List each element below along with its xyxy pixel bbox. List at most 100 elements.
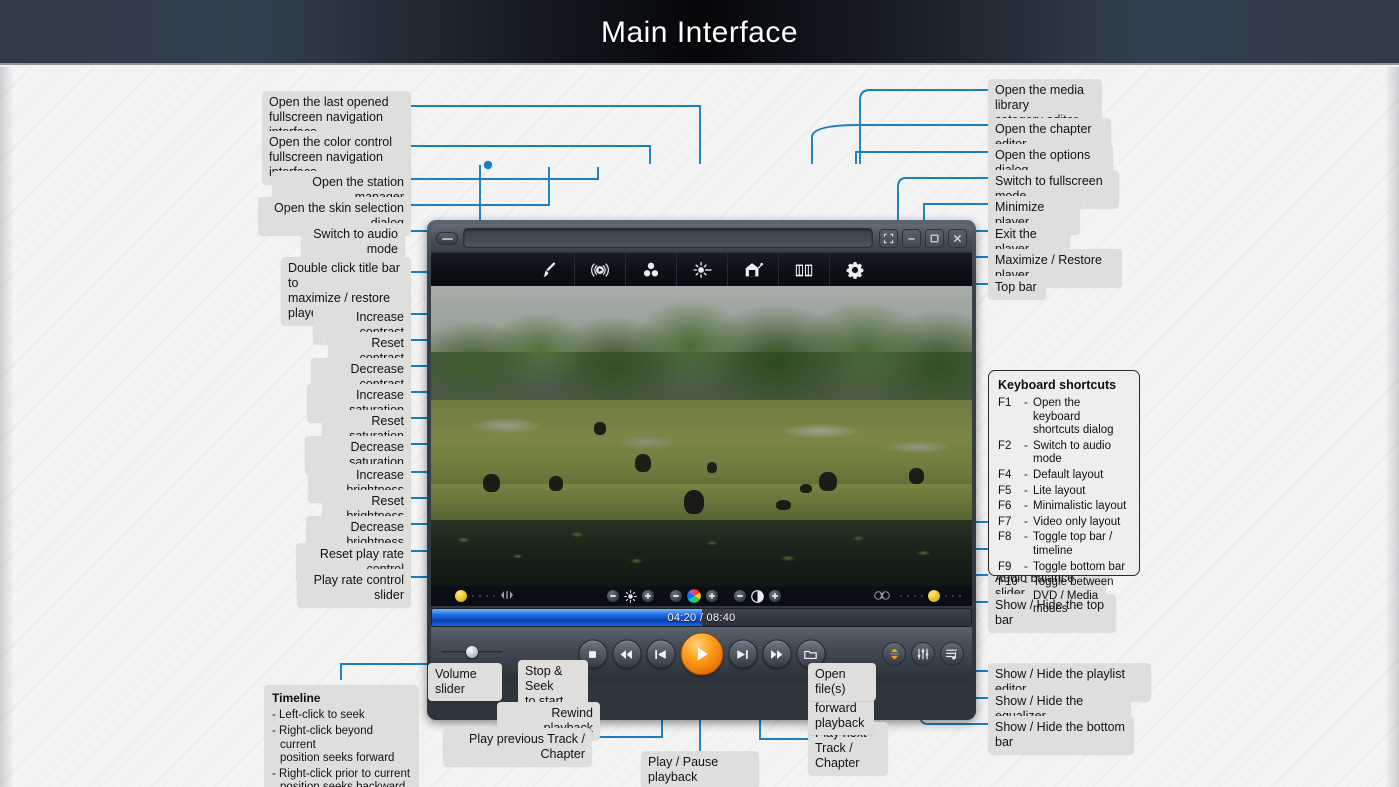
- callout-play-previous: Play previous Track / Chapter: [443, 728, 592, 766]
- timeline-info-row: - Right-click beyond current position se…: [272, 725, 395, 764]
- shortcut-desc: Video only layout: [1033, 515, 1121, 528]
- equalizer-icon[interactable]: [911, 642, 935, 666]
- shortcut-key: F10: [998, 576, 1018, 589]
- page-title: Main Interface: [600, 16, 799, 49]
- saturation-color-wheel-icon: [687, 589, 701, 603]
- contrast-icon: [751, 589, 764, 603]
- timeline-info-row: - Right-click prior to current position …: [272, 768, 411, 787]
- options-gear-icon[interactable]: [829, 253, 880, 286]
- callout-open-files: Open file(s): [808, 663, 876, 701]
- rewind-icon[interactable]: [612, 639, 641, 669]
- station-radio-icon[interactable]: [574, 253, 625, 286]
- volume-slider[interactable]: [441, 646, 503, 658]
- player-top-bar[interactable]: [431, 252, 972, 286]
- fast-forward-icon[interactable]: [762, 639, 791, 669]
- page-header: Main Interface: [0, 0, 1399, 65]
- shortcut-desc: Toggle bottom bar: [1033, 560, 1126, 573]
- callout-top-bar: Top bar: [988, 276, 1046, 299]
- brightness-adjust-group[interactable]: [607, 589, 654, 603]
- keyboard-shortcuts-box: Keyboard shortcuts F1- Open the keyboard …: [988, 370, 1140, 615]
- audio-balance-slider-knob[interactable]: [928, 590, 940, 602]
- next-track-icon[interactable]: [728, 639, 757, 669]
- keyboard-shortcuts-title: Keyboard shortcuts: [998, 378, 1117, 392]
- shortcut-key: F1: [998, 397, 1012, 409]
- shortcut-key: F5: [998, 484, 1012, 497]
- switch-audio-mode-button[interactable]: [436, 231, 458, 245]
- increase-brightness-button[interactable]: [642, 590, 654, 602]
- bottom-bar-right-buttons[interactable]: [882, 642, 964, 666]
- shortcut-desc: Default layout: [1033, 468, 1104, 481]
- callout-show-hide-bottom-bar: Show / Hide the bottom bar: [988, 716, 1134, 754]
- shortcut-dash: -: [1024, 500, 1028, 513]
- shortcut-dash: -: [1024, 531, 1028, 544]
- audio-balance-track[interactable]: [900, 595, 923, 597]
- video-treeline: [431, 292, 972, 412]
- fullscreen-icon[interactable]: [879, 228, 898, 248]
- video-display-area[interactable]: [431, 286, 972, 586]
- media-library-icon[interactable]: [727, 253, 778, 286]
- shortcut-desc: Toggle between DVD / Media modes: [1033, 576, 1114, 616]
- reset-play-rate-button[interactable]: [500, 587, 514, 605]
- decrease-saturation-button[interactable]: [670, 590, 682, 602]
- close-icon[interactable]: [948, 228, 967, 248]
- player-bottom-bar[interactable]: [431, 627, 972, 681]
- video-vignette: [431, 466, 972, 586]
- shortcut-dash: -: [1024, 468, 1028, 481]
- shortcut-dash: -: [1024, 439, 1028, 452]
- audio-balance-track-right[interactable]: [945, 595, 961, 597]
- timeline-seek-bar[interactable]: 04:20 / 08:40: [431, 608, 972, 627]
- chapter-book-icon[interactable]: [778, 253, 829, 286]
- shortcut-desc: Minimalistic layout: [1033, 500, 1127, 513]
- diagram-canvas: Open the last opened fullscreen navigati…: [0, 67, 1399, 787]
- shortcut-key: F9: [998, 560, 1012, 573]
- player-title-bar[interactable]: [431, 224, 972, 252]
- play-rate-track[interactable]: [472, 595, 495, 597]
- minimize-icon[interactable]: [902, 228, 921, 248]
- saturation-adjust-group[interactable]: [670, 589, 718, 603]
- color-control-icon[interactable]: [625, 253, 676, 286]
- shortcut-dash: -: [1024, 515, 1028, 528]
- window-buttons[interactable]: [879, 228, 967, 248]
- shortcut-desc: Open the keyboard shortcuts dialog: [1033, 397, 1114, 437]
- transport-controls[interactable]: [578, 632, 825, 676]
- shortcut-dash: -: [1024, 576, 1028, 589]
- callout-play-pause: Play / Pause playback: [641, 751, 759, 787]
- contrast-adjust-group[interactable]: [734, 589, 781, 603]
- shortcut-row: F7- Video only layout: [998, 516, 1130, 532]
- timeline-info-title: Timeline: [272, 691, 321, 705]
- skin-brush-icon[interactable]: [523, 254, 574, 286]
- decrease-contrast-button[interactable]: [734, 590, 746, 602]
- video-subject: [594, 422, 606, 435]
- timeline-time-display: 04:20 / 08:40: [667, 611, 736, 624]
- shortcut-key: F2: [998, 439, 1012, 452]
- reset-audio-balance-button[interactable]: [874, 587, 890, 605]
- callout-audio-mode: Switch to audio mode: [301, 223, 405, 261]
- shortcut-key: F6: [998, 500, 1012, 513]
- shortcut-row: F8- Toggle top bar / timeline: [998, 531, 1130, 560]
- shortcut-desc: Lite layout: [1033, 484, 1086, 497]
- shortcut-dash: -: [1024, 484, 1028, 497]
- media-player-window[interactable]: 04:20 / 08:40: [427, 220, 976, 720]
- shortcut-dash: -: [1024, 397, 1028, 409]
- decrease-brightness-button[interactable]: [607, 590, 619, 602]
- play-rate-slider-knob[interactable]: [455, 590, 467, 602]
- increase-saturation-button[interactable]: [706, 590, 718, 602]
- volume-slider-knob[interactable]: [466, 646, 479, 658]
- play-icon[interactable]: [680, 632, 723, 676]
- maximize-icon[interactable]: [925, 228, 944, 248]
- brightness-icon: [624, 589, 637, 603]
- shortcut-desc: Switch to audio mode: [1033, 439, 1111, 466]
- title-bar-text-field[interactable]: [463, 228, 873, 248]
- timeline-info-row: - Left-click to seek: [272, 709, 365, 721]
- brightness-icon[interactable]: [676, 253, 727, 286]
- shortcut-dash: -: [1024, 560, 1028, 573]
- callout-volume-slider: Volume slider: [428, 663, 502, 701]
- toggle-bottom-bar-icon[interactable]: [882, 642, 906, 666]
- shortcut-row: F4- Default layout: [998, 469, 1130, 485]
- osd-adjustment-bar[interactable]: [431, 586, 972, 606]
- shortcut-desc: Toggle top bar / timeline: [1033, 531, 1113, 557]
- increase-contrast-button[interactable]: [769, 590, 781, 602]
- playlist-icon[interactable]: [940, 642, 964, 666]
- video-rocks: [431, 406, 972, 472]
- previous-track-icon[interactable]: [646, 639, 675, 669]
